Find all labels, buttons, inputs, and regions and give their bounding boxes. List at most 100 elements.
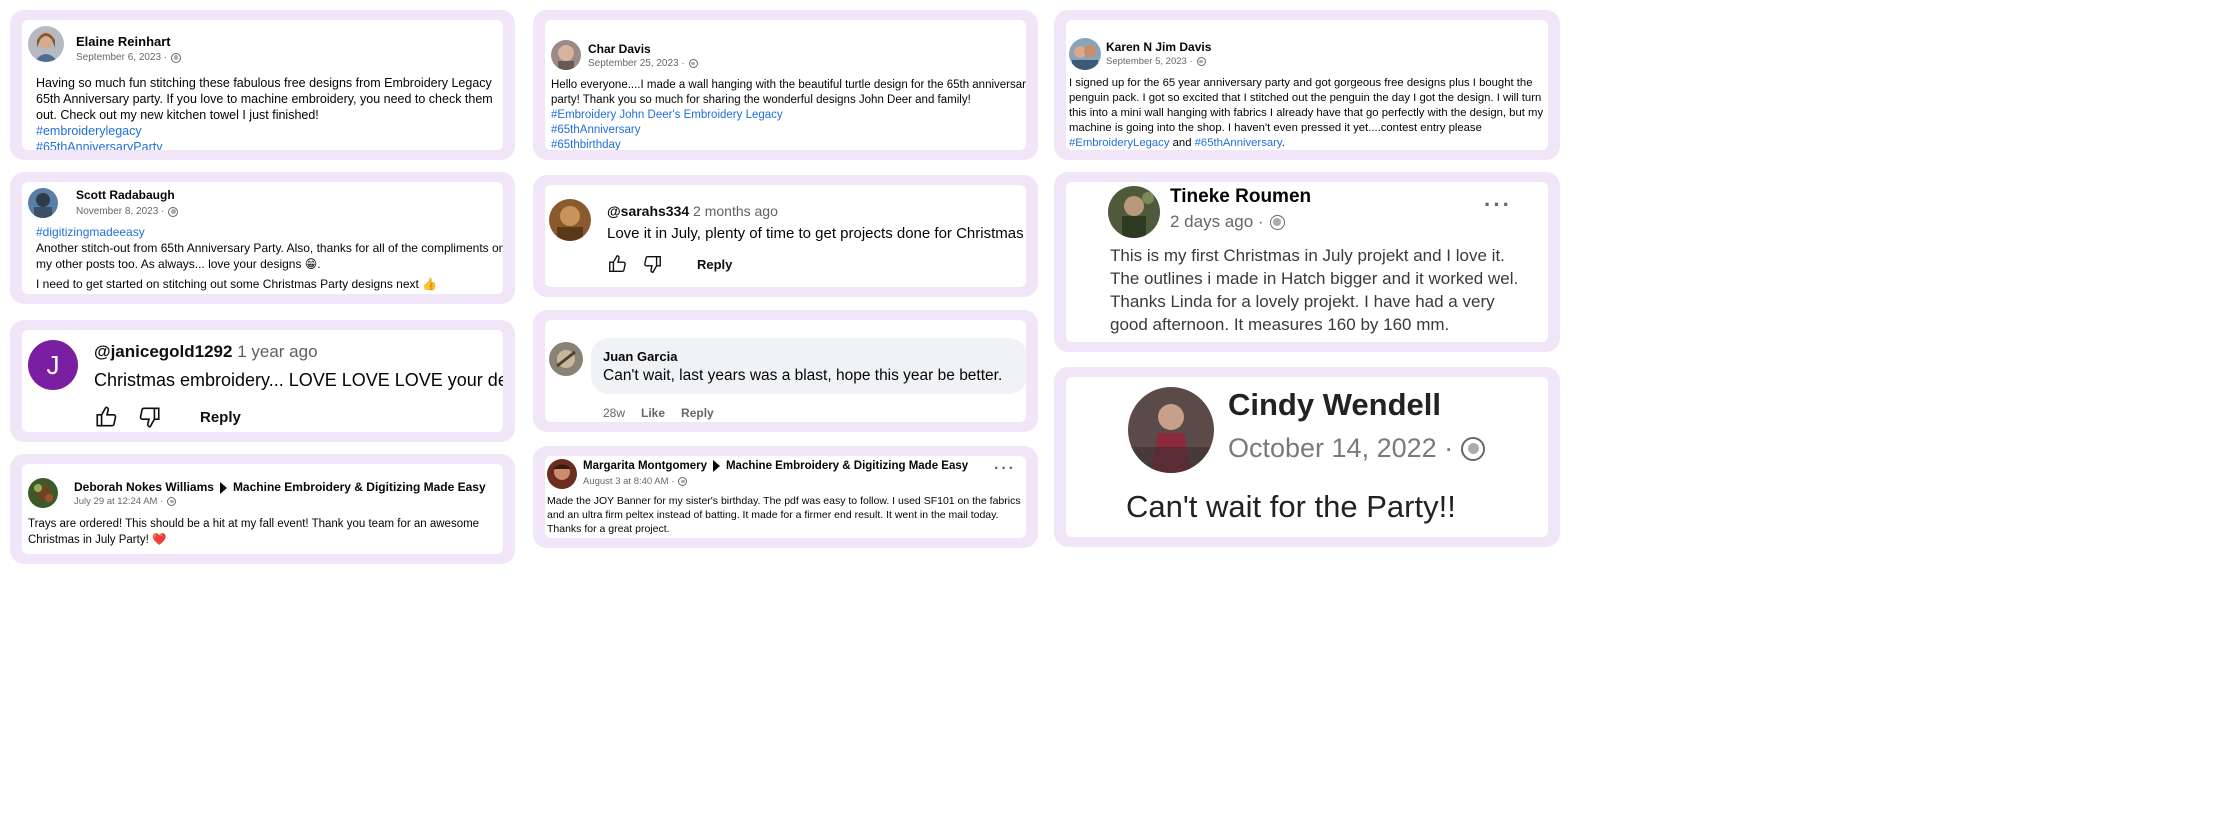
post-card-body: Margarita Montgomery Machine Embroidery &… <box>545 456 1026 538</box>
comment-actions: 28w Like Reply <box>603 406 714 420</box>
avatar[interactable] <box>549 199 591 241</box>
hashtag-link[interactable]: #65thAnniversaryParty <box>36 139 503 150</box>
avatar[interactable] <box>28 188 58 218</box>
post-date-text[interactable]: August 3 at 8:40 AM · <box>583 476 674 487</box>
post-date-text[interactable]: July 29 at 12:24 AM · <box>74 496 163 507</box>
post-date-text[interactable]: October 14, 2022 · <box>1228 433 1453 464</box>
post-card-body: Cindy Wendell October 14, 2022 · Can't w… <box>1066 377 1548 537</box>
globe-icon <box>688 59 698 68</box>
post-text: #digitizingmadeeasy Another stitch-out f… <box>36 224 503 292</box>
author-name-text[interactable]: Margarita Montgomery <box>583 460 707 472</box>
group-name[interactable]: Machine Embroidery & Digitizing Made Eas… <box>233 480 486 494</box>
avatar[interactable] <box>549 342 583 376</box>
author-name[interactable]: Tineke Roumen <box>1170 186 1311 208</box>
comment-card-body: @sarahs334 2 months ago Love it in July,… <box>545 185 1026 287</box>
post-paragraph: I need to get started on stitching out s… <box>36 277 438 291</box>
post-card-margarita: Margarita Montgomery Machine Embroidery &… <box>533 446 1038 548</box>
post-card-tineke: Tineke Roumen 2 days ago · ··· This is m… <box>1054 172 1560 352</box>
comment-card-body: J @janicegold1292 1 year ago Christmas e… <box>22 330 503 432</box>
comment-card-body: Juan Garcia Can't wait, last years was a… <box>545 320 1026 422</box>
reply-button[interactable]: Reply <box>681 406 714 420</box>
hashtag-link[interactable]: #65thAnniversary <box>551 123 1026 138</box>
author-name[interactable]: Scott Radabaugh <box>76 188 175 202</box>
author-name-text[interactable]: Deborah Nokes Williams <box>74 480 214 494</box>
avatar[interactable] <box>28 26 64 62</box>
author-name[interactable]: Karen N Jim Davis <box>1106 40 1211 54</box>
caret-right-icon <box>219 481 227 494</box>
author-name[interactable]: Char Davis <box>588 42 651 56</box>
like-button[interactable]: Like <box>641 406 665 420</box>
avatar[interactable] <box>547 459 577 489</box>
post-card-elaine: Elaine Reinhart September 6, 2023 · Havi… <box>10 10 515 160</box>
reply-button[interactable]: Reply <box>200 409 241 426</box>
globe-icon <box>1461 436 1486 461</box>
post-date: September 6, 2023 · <box>76 52 182 63</box>
author-name: Margarita Montgomery Machine Embroidery &… <box>583 460 968 472</box>
avatar[interactable] <box>551 40 581 70</box>
hashtag-link[interactable]: #65thbirthday <box>551 138 1026 150</box>
post-date: October 14, 2022 · <box>1228 433 1486 464</box>
thumbs-down-icon[interactable] <box>136 404 162 430</box>
globe-icon <box>171 52 182 63</box>
group-name[interactable]: Machine Embroidery & Digitizing Made Eas… <box>726 460 968 472</box>
post-text: Made the JOY Banner for my sister's birt… <box>547 495 1021 535</box>
post-date-text[interactable]: September 6, 2023 · <box>76 52 167 63</box>
post-card-body: Tineke Roumen 2 days ago · ··· This is m… <box>1066 182 1548 342</box>
post-date: July 29 at 12:24 AM · <box>74 496 177 507</box>
hashtag-link[interactable]: #digitizingmadeeasy <box>36 224 503 240</box>
thumbs-up-icon[interactable] <box>607 253 629 275</box>
post-date: September 25, 2023 · <box>588 58 698 69</box>
post-date-text[interactable]: September 5, 2023 · <box>1106 56 1193 67</box>
author-name[interactable]: Cindy Wendell <box>1228 387 1441 423</box>
post-card-karen: Karen N Jim Davis September 5, 2023 · I … <box>1054 10 1560 160</box>
post-date-text[interactable]: September 25, 2023 · <box>588 58 685 69</box>
post-date: September 5, 2023 · <box>1106 56 1206 67</box>
post-date-text[interactable]: November 8, 2023 · <box>76 206 164 217</box>
avatar[interactable] <box>1108 186 1160 238</box>
more-options-icon[interactable]: ··· <box>1484 192 1512 218</box>
post-text: Can't wait for the Party!! <box>1126 489 1456 524</box>
post-text: This is my first Christmas in July proje… <box>1110 246 1519 334</box>
post-paragraph: Another stitch-out from 65th Anniversary… <box>36 241 503 271</box>
hashtag-link[interactable]: #embroiderylegacy <box>36 123 503 139</box>
thumbs-down-icon[interactable] <box>641 253 663 275</box>
post-card-cindy: Cindy Wendell October 14, 2022 · Can't w… <box>1054 367 1560 547</box>
post-date: November 8, 2023 · <box>76 206 179 217</box>
avatar[interactable]: J <box>28 340 78 390</box>
more-options-icon[interactable]: ··· <box>994 460 1016 478</box>
avatar[interactable] <box>1128 387 1214 473</box>
author-name: Deborah Nokes Williams Machine Embroidery… <box>74 480 486 494</box>
reply-button[interactable]: Reply <box>697 257 732 272</box>
comment-text: Christmas embroidery... LOVE LOVE LOVE y… <box>94 370 503 390</box>
comment-time[interactable]: 1 year ago <box>237 342 317 361</box>
comment-actions: Reply <box>94 404 241 430</box>
post-card-deborah: Deborah Nokes Williams Machine Embroidery… <box>10 454 515 564</box>
comment-author[interactable]: @janicegold1292 <box>94 342 232 361</box>
punctuation-text: . <box>1281 137 1285 149</box>
comment-card-janice: J @janicegold1292 1 year ago Christmas e… <box>10 320 515 442</box>
post-text: Having so much fun stitching these fabul… <box>36 75 503 150</box>
hashtag-link[interactable]: #65thAnniversary <box>1195 137 1282 149</box>
globe-icon <box>167 497 177 506</box>
author-name[interactable]: Elaine Reinhart <box>76 34 171 49</box>
post-card-body: Scott Radabaugh November 8, 2023 · #digi… <box>22 182 503 294</box>
avatar[interactable] <box>1069 38 1101 70</box>
comment-author[interactable]: @sarahs334 <box>607 203 689 219</box>
post-date-text[interactable]: 2 days ago · <box>1170 212 1264 232</box>
comment-header: @sarahs334 2 months ago <box>607 203 778 219</box>
post-card-body: Deborah Nokes Williams Machine Embroidery… <box>22 464 503 554</box>
post-paragraph: I signed up for the 65 year anniversary … <box>1069 77 1544 134</box>
globe-icon <box>168 206 179 217</box>
thumbs-up-icon[interactable] <box>94 404 120 430</box>
hashtag-link[interactable]: #EmbroideryLegacy <box>1069 137 1169 149</box>
comment-card-juan: Juan Garcia Can't wait, last years was a… <box>533 310 1038 432</box>
hashtag-link[interactable]: #Embroidery John Deer's Embroidery Legac… <box>551 108 1026 123</box>
comment-time[interactable]: 2 months ago <box>693 203 778 219</box>
comment-header: @janicegold1292 1 year ago <box>94 342 318 362</box>
comment-author[interactable]: Juan Garcia <box>603 349 677 364</box>
comment-age[interactable]: 28w <box>603 406 625 420</box>
avatar[interactable] <box>28 478 58 508</box>
comment-actions: Reply <box>607 253 732 275</box>
globe-icon <box>1196 57 1206 66</box>
post-card-body: Elaine Reinhart September 6, 2023 · Havi… <box>22 20 503 150</box>
